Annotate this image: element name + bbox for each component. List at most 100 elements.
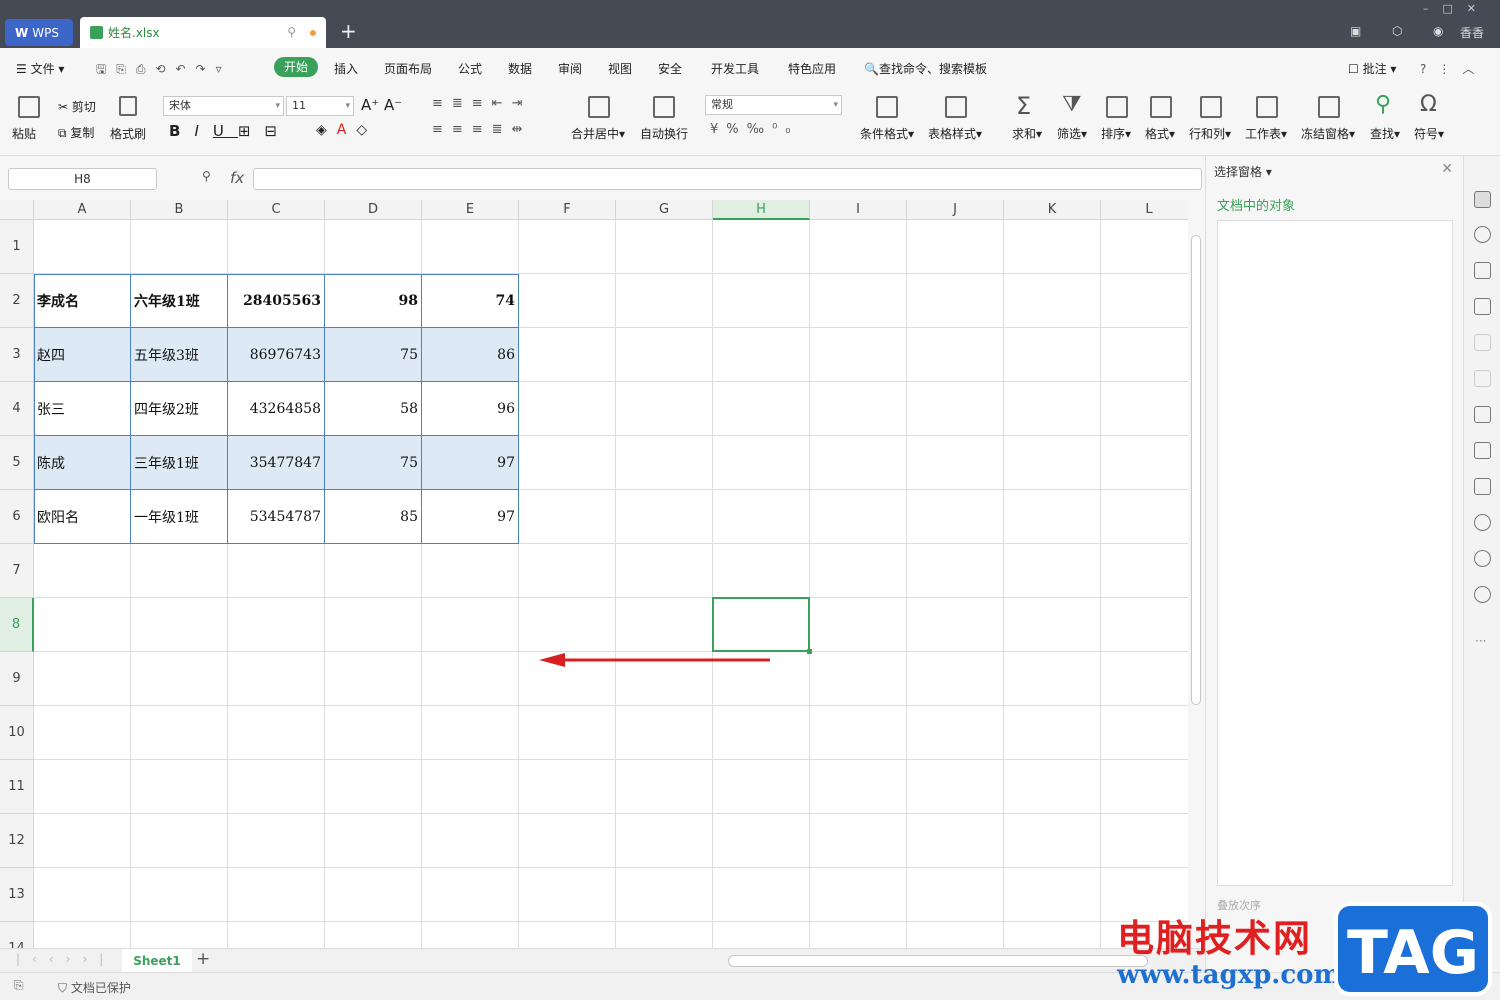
find-icon[interactable]: ⚲ [1375,92,1391,117]
format-painter-icon[interactable] [119,96,137,116]
fx-icon[interactable]: fx [230,169,244,187]
help-more-collapse-icons[interactable]: ?⋮︿ [1420,60,1486,77]
sheet-tab-sheet1[interactable]: Sheet1 [122,949,192,973]
column-header-E[interactable]: E [422,200,519,220]
cell-E4[interactable]: 96 [422,382,518,435]
select-pointer-icon[interactable] [1474,191,1491,208]
select-all-corner[interactable] [0,200,34,220]
menu-start[interactable]: 开始 [274,57,318,77]
menu-page-layout[interactable]: 页面布局 [384,60,432,77]
column-header-C[interactable]: C [228,200,325,220]
format-icon[interactable] [1150,96,1172,118]
paste-button[interactable]: 粘贴 [12,125,36,142]
macro-icon[interactable]: ⎘ [14,978,24,993]
freeze-panes-icon[interactable] [1318,96,1340,118]
font-style-buttons[interactable]: BIU⊞⊟ [169,122,291,140]
close-icon[interactable]: ✕ [1441,161,1453,177]
cell-B2[interactable]: 六年级1班 [131,274,227,327]
cell-B6[interactable]: 一年级1班 [131,490,227,543]
cell-B4[interactable]: 四年级2班 [131,382,227,435]
row-header-14[interactable]: 14 [0,922,34,948]
spreadsheet-grid[interactable]: ABCDEFGHIJKL 1234567891011121314 李成名六年级1… [0,200,1188,948]
avatar[interactable]: ◉ [1433,24,1443,38]
table-style-button[interactable]: 表格样式▾ [928,125,982,142]
format-painter-button[interactable]: 格式刷 [110,125,146,142]
format-button[interactable]: 格式▾ [1145,125,1175,142]
tab-count-icon[interactable]: ▣ [1350,24,1361,38]
column-header-J[interactable]: J [907,200,1004,220]
command-search[interactable]: 🔍查找命令、搜索模板 [864,60,987,77]
cell-D3[interactable]: 75 [325,328,421,381]
merge-center-button[interactable]: 合并居中▾ [571,125,625,142]
find-button[interactable]: 查找▾ [1370,125,1400,142]
window-controls[interactable]: –□✕ [1423,2,1490,15]
align-horizontal-buttons[interactable]: ≡≡≡≣⇹ [432,122,531,137]
cell-B3[interactable]: 五年级3班 [131,328,227,381]
table-icon[interactable] [1474,298,1491,315]
skin-icon[interactable]: ⬡ [1392,24,1402,38]
horizontal-scrollbar[interactable] [728,955,1148,967]
wps-home-tab[interactable]: W WPS [5,19,73,46]
table-style-icon[interactable] [945,96,967,118]
wrap-text-icon[interactable] [653,96,675,118]
symbol-button[interactable]: 符号▾ [1414,125,1444,142]
more-icon[interactable]: ··· [1475,634,1486,648]
cell-C6[interactable]: 53454787 [228,490,324,543]
column-header-L[interactable]: L [1101,200,1188,220]
vertical-scroll-thumb[interactable] [1191,235,1201,705]
row-header-1[interactable]: 1 [0,220,34,274]
merge-center-icon[interactable] [588,96,610,118]
menu-view[interactable]: 视图 [608,60,632,77]
font-size-controls[interactable]: A⁺ A⁻ [361,96,402,114]
cloud-icon[interactable] [1474,514,1491,531]
cell-E6[interactable]: 97 [422,490,518,543]
active-cell-H8[interactable] [712,597,812,654]
cell-A4[interactable]: 张三 [34,382,130,435]
row-header-13[interactable]: 13 [0,868,34,922]
comment-menu[interactable]: ☐ 批注 ▾ [1348,60,1396,77]
row-header-2[interactable]: 2 [0,274,34,328]
cell-E5[interactable]: 97 [422,436,518,489]
align-vertical-buttons[interactable]: ≡≣≡⇤⇥ [432,96,531,111]
help-icon[interactable] [1474,586,1491,603]
menu-insert[interactable]: 插入 [334,60,358,77]
cell-C4[interactable]: 43264858 [228,382,324,435]
copy-button[interactable]: ⧉ 复制 [58,124,94,141]
rows-cols-icon[interactable] [1200,96,1222,118]
filter-icon[interactable]: ⧩ [1062,92,1082,117]
row-header-3[interactable]: 3 [0,328,34,382]
settings-icon[interactable] [1474,334,1491,351]
row-header-8[interactable]: 8 [0,598,34,652]
cell-D2[interactable]: 98 [325,274,421,327]
cell-E3[interactable]: 86 [422,328,518,381]
column-header-B[interactable]: B [131,200,228,220]
menu-security[interactable]: 安全 [658,60,682,77]
row-header-5[interactable]: 5 [0,436,34,490]
backup-icon[interactable] [1474,406,1491,423]
cell-C5[interactable]: 35477847 [228,436,324,489]
history-icon[interactable] [1474,550,1491,567]
cell-D5[interactable]: 75 [325,436,421,489]
conditional-format-icon[interactable] [876,96,898,118]
sum-icon[interactable]: Σ [1016,92,1031,120]
objects-list[interactable] [1217,220,1453,886]
transform-icon[interactable] [1474,370,1491,387]
cell-C2[interactable]: 28405563 [228,274,324,327]
rows-cols-button[interactable]: 行和列▾ [1189,125,1231,142]
doc-protected-status[interactable]: ⛉ 文档已保护 [58,979,131,996]
column-header-K[interactable]: K [1004,200,1101,220]
filter-button[interactable]: 筛选▾ [1057,125,1087,142]
conditional-format-button[interactable]: 条件格式▾ [860,125,914,142]
file-menu[interactable]: ☰ 文件 ▾ [16,60,64,77]
cut-button[interactable]: ✂ 剪切 [58,98,96,115]
column-header-A[interactable]: A [34,200,131,220]
sum-button[interactable]: 求和▾ [1012,125,1042,142]
column-header-G[interactable]: G [616,200,713,220]
cell-A5[interactable]: 陈成 [34,436,130,489]
row-header-6[interactable]: 6 [0,490,34,544]
number-format-buttons[interactable]: ¥%‰⁰₀ [710,122,799,137]
formula-input[interactable] [253,168,1202,190]
fill-fontcolor-clear[interactable]: ◈A◇ [316,122,377,138]
zoom-formula-icon[interactable]: ⚲ [202,169,211,183]
symbol-icon[interactable]: Ω [1420,92,1437,117]
